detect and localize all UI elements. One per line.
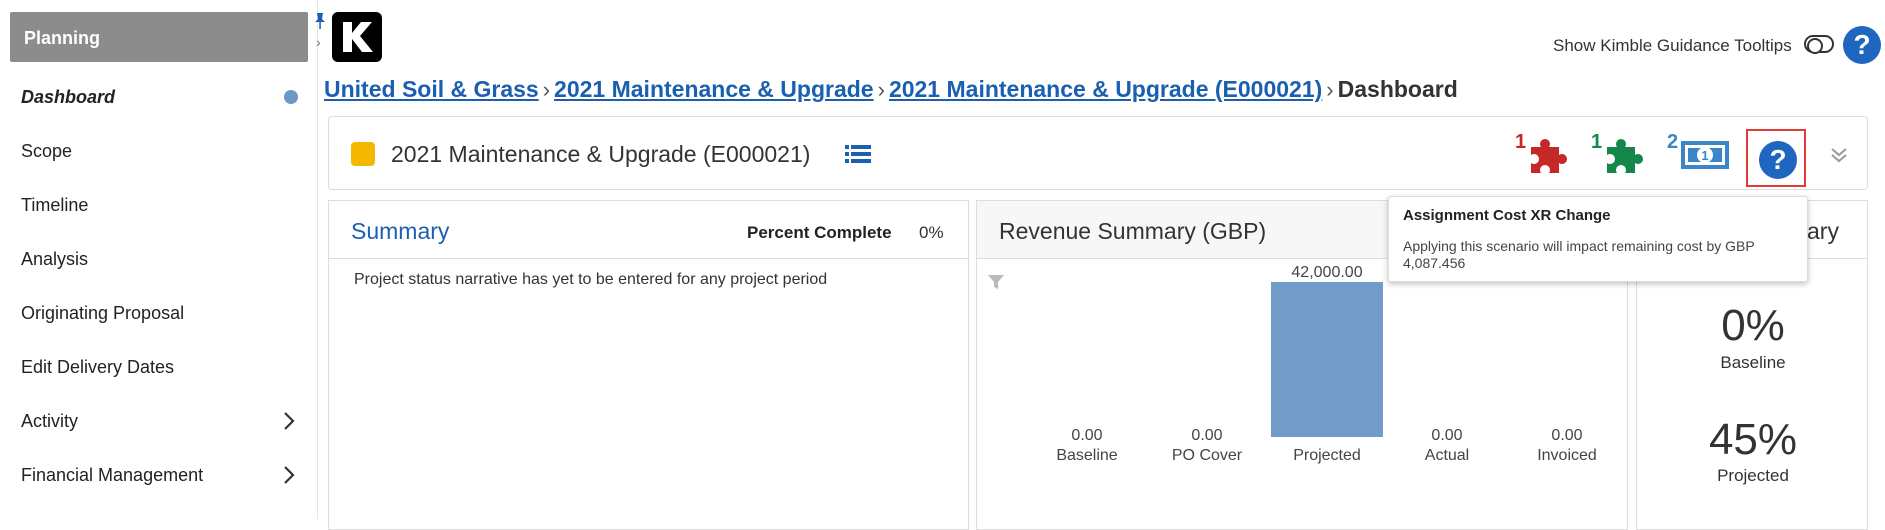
breadcrumb-current: Dashboard [1337,76,1458,102]
kimble-logo [332,12,382,62]
breadcrumb-link-project[interactable]: 2021 Maintenance & Upgrade [554,76,874,103]
breadcrumb-separator: › [877,76,885,102]
breadcrumb-separator: › [542,76,551,102]
chart-bar-projected[interactable] [1271,282,1383,437]
chart-data-label: 42,000.00 [1291,264,1362,281]
sidebar: Planning Dashboard Scope Timeline Analys… [0,0,318,519]
tooltip-title: Assignment Cost XR Change [1403,207,1611,224]
sidebar-item-activity[interactable]: Activity [0,394,310,448]
help-icon[interactable]: ? [1843,26,1881,64]
double-chevron-down-icon[interactable] [1829,145,1849,165]
money-icon[interactable]: 1 [1679,137,1731,173]
sidebar-item-label: Edit Delivery Dates [21,356,175,377]
percent-complete-label: Percent Complete [747,223,892,242]
red-puzzle-count: 1 [1515,131,1527,153]
help-icon[interactable]: ? [1759,141,1797,179]
sidebar-item-label: Scope [21,140,73,161]
list-icon[interactable] [845,144,871,164]
breadcrumb-link-account[interactable]: United Soil & Grass [324,76,539,103]
baseline-percent-label: Baseline [1720,353,1786,372]
chart-data-label: 0.00 [1431,427,1462,444]
sidebar-item-scope[interactable]: Scope [0,124,310,178]
tooltip-text: Applying this scenario will impact remai… [1403,238,1755,271]
chart-category-label: Baseline [1056,447,1117,464]
sidebar-item-label: Analysis [21,248,89,269]
status-narrative: Project status narrative has yet to be e… [354,271,828,288]
svg-text:1: 1 [1701,148,1708,163]
sidebar-item-label: Dashboard [21,86,116,107]
sidebar-item-label: Financial Management [21,464,204,485]
summary-panel-header: Summary Percent Complete 0% [329,201,968,259]
percent-complete-value: 0% [919,223,944,242]
scenario-help-highlight[interactable]: ? [1746,129,1806,187]
sidebar-header-planning[interactable]: Planning [10,12,308,62]
chart-category-label: Projected [1293,447,1361,464]
metrics-panel-title: ary [1807,218,1839,244]
chevron-right-icon [282,410,296,432]
sidebar-item-analysis[interactable]: Analysis [0,232,310,286]
revenue-summary-title: Revenue Summary (GBP) [999,218,1267,244]
sidebar-item-edit-delivery-dates[interactable]: Edit Delivery Dates [0,340,310,394]
green-puzzle-count: 1 [1591,131,1603,153]
chart-category-label: Invoiced [1537,447,1597,464]
sidebar-item-originating-proposal[interactable]: Originating Proposal [0,286,310,340]
sidebar-item-dashboard[interactable]: Dashboard [0,70,310,124]
chart-category-label: Actual [1425,447,1469,464]
sidebar-item-label: Originating Proposal [21,302,185,323]
chart-data-label: 0.00 [1551,427,1582,444]
guidance-tooltips-label: Show Kimble Guidance Tooltips [1553,36,1792,55]
sidebar-item-label: Timeline [21,194,89,215]
scenario-tooltip: Assignment Cost XR Change Applying this … [1388,196,1808,282]
summary-panel: Summary Percent Complete 0% Project stat… [328,200,969,530]
breadcrumb-link-engagement[interactable]: 2021 Maintenance & Upgrade (E000021) [889,76,1322,103]
baseline-percent-value: 0% [1721,301,1785,350]
money-count: 2 [1667,131,1679,153]
chart-data-label: 0.00 [1191,427,1222,444]
pin-icon[interactable] [312,12,328,30]
guidance-tooltips-toggle[interactable] [1804,35,1834,54]
chart-category-label: PO Cover [1172,447,1243,464]
active-indicator-dot [284,90,298,104]
projected-percent-label: Projected [1717,466,1789,485]
project-header-card: 2021 Maintenance & Upgrade (E000021) 1 1… [328,116,1868,190]
project-title: 2021 Maintenance & Upgrade (E000021) [391,141,811,167]
chart-data-label: 0.00 [1071,427,1102,444]
breadcrumb: United Soil & Grass › 2021 Maintenance &… [324,76,1458,103]
red-puzzle-icon[interactable] [1527,135,1569,177]
summary-title[interactable]: Summary [351,218,449,245]
sidebar-item-timeline[interactable]: Timeline [0,178,310,232]
chevron-right-icon [282,464,296,486]
sidebar-item-financial-management[interactable]: Financial Management [0,448,310,502]
green-puzzle-icon[interactable] [1603,135,1645,177]
breadcrumb-separator: › [1326,76,1334,102]
expand-chevron-icon[interactable]: › [316,34,321,50]
projected-percent-value: 45% [1708,415,1798,464]
sidebar-item-label: Activity [21,410,79,431]
project-status-indicator [351,142,375,166]
revenue-bar-chart: 0.00 Baseline 0.00 PO Cover 42,000.00 Project… [1056,264,1597,464]
